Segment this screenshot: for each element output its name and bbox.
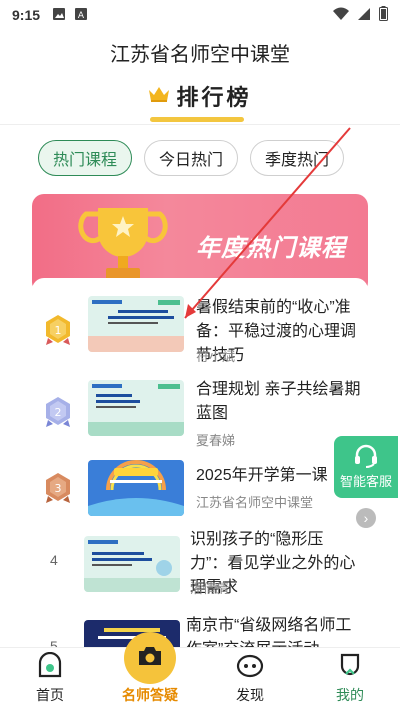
svg-text:A: A [78, 11, 85, 21]
gold-medal-icon: 1 [44, 314, 72, 351]
nav-mine[interactable]: 我的 [300, 648, 400, 711]
smart-service-label: 智能客服 [339, 474, 392, 489]
smart-service-button[interactable]: 智能客服 [334, 436, 398, 498]
course-title: 合理规划 亲子共绘暑期蓝图 [196, 381, 361, 422]
rank-number: 3 [55, 482, 62, 495]
rank-number: 4 [50, 552, 58, 568]
signal-icon [357, 7, 371, 24]
discover-icon [236, 652, 264, 681]
nav-discover-label: 发现 [236, 687, 264, 703]
status-bar: 9:15 A [0, 0, 400, 30]
rank-number: 2 [55, 406, 62, 419]
course-thumbnail [84, 536, 180, 592]
nav-mine-label: 我的 [336, 687, 364, 703]
course-author: 潘倩倩 [190, 581, 230, 596]
headset-icon [353, 444, 379, 471]
app-title: 江苏省名师空中课堂 [110, 44, 290, 66]
tab-hot-courses[interactable]: 热门课程 [38, 140, 133, 176]
page-heading: 排行榜 [0, 80, 400, 112]
course-author: 夏春娣 [196, 433, 236, 448]
teacher-qa-camera-button[interactable] [124, 632, 176, 684]
nav-home-label: 首页 [36, 687, 64, 703]
course-author: 江苏省名师空中课堂 [196, 495, 314, 510]
a-notification-icon: A [74, 7, 88, 24]
bronze-medal-icon: 3 [44, 472, 72, 509]
ranking-tabs: 热门课程 今日热门 季度热门 [38, 140, 345, 176]
bottom-nav: 首页 名师答疑 发现 我的 [0, 647, 400, 711]
silver-medal-icon: 2 [44, 396, 72, 433]
profile-icon [337, 652, 363, 681]
battery-icon [379, 6, 388, 24]
banner-title: 年度热门课程 [196, 235, 346, 262]
course-thumbnail [88, 380, 184, 436]
course-title: 南京市“省级网络名师工作室”交流展示活动—— 五 [186, 617, 352, 648]
home-icon [37, 651, 63, 681]
course-thumbnail [88, 460, 184, 516]
camera-icon [137, 645, 163, 672]
tab-quarter-hot[interactable]: 季度热门 [250, 140, 345, 176]
nav-teacher-qa-label: 名师答疑 [122, 687, 178, 703]
tab-today-hot[interactable]: 今日热门 [144, 140, 239, 176]
page-title: 排行榜 [176, 85, 252, 110]
wifi-icon [333, 7, 349, 24]
nav-home[interactable]: 首页 [0, 648, 100, 711]
course-thumbnail [88, 296, 184, 352]
nav-discover[interactable]: 发现 [200, 648, 300, 711]
heading-underline [150, 117, 244, 122]
crown-icon [148, 85, 170, 108]
chevron-right-icon[interactable]: › [356, 508, 376, 528]
course-author: 符小斌 [196, 349, 236, 364]
image-notification-icon [52, 7, 66, 24]
rank-number: 1 [55, 324, 62, 337]
status-time: 9:15 [12, 7, 41, 23]
divider [0, 124, 400, 125]
